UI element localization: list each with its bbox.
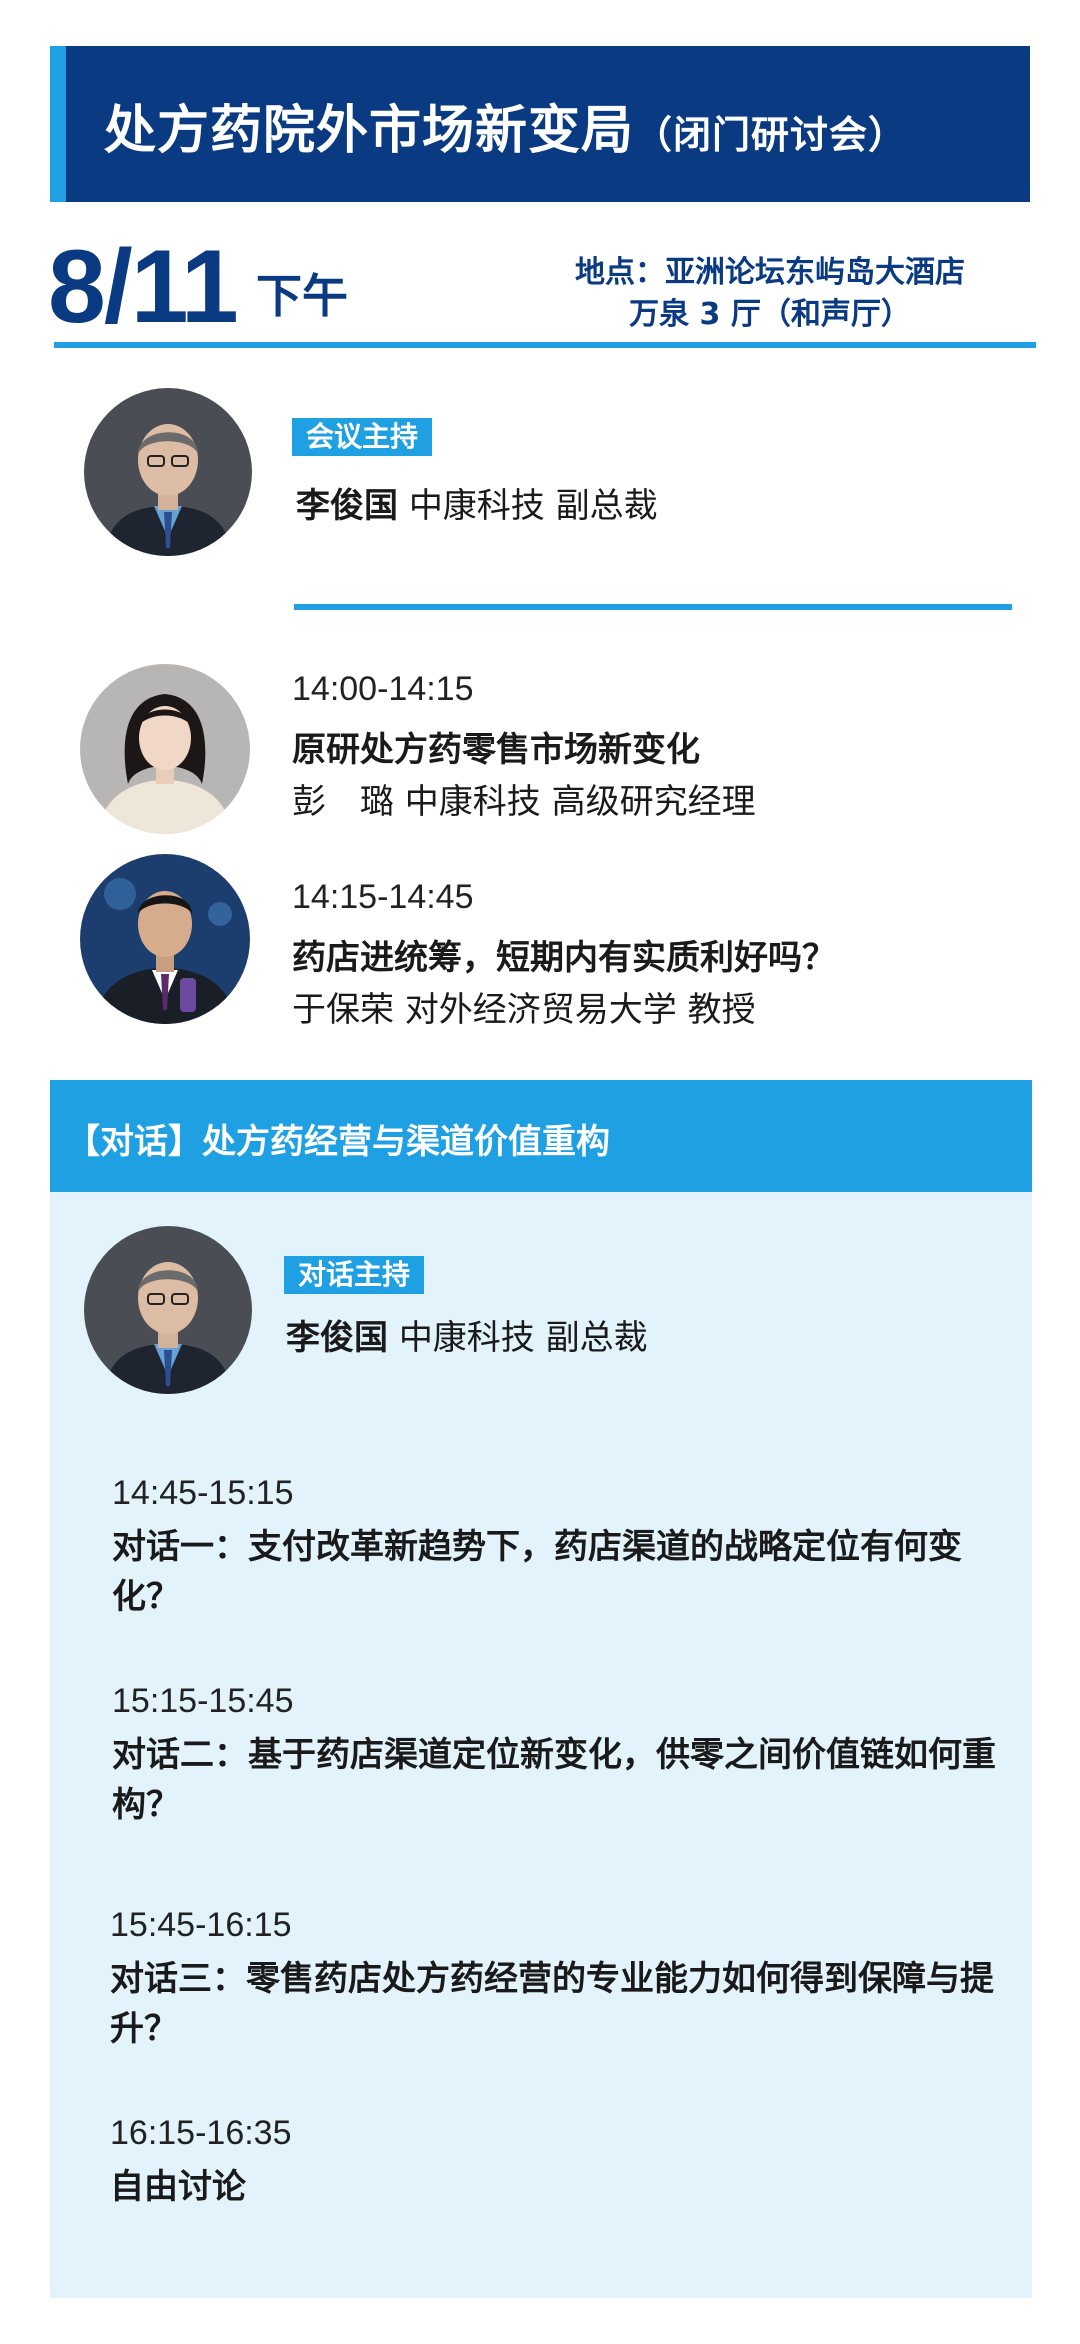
dialogue-host-org-title: 中康科技 副总裁 <box>398 1318 648 1358</box>
event-title: 处方药院外市场新变局（闭门研讨会） <box>104 88 907 163</box>
dialogue-title: 对话二：基于药店渠道定位新变化，供零之间价值链如何重构？ <box>112 1735 996 1825</box>
session-date: 8/11 <box>48 229 239 345</box>
header-accent-bar <box>50 46 66 202</box>
divider <box>294 604 1012 610</box>
dialogue-time: 15:15-15:45 <box>112 1682 294 1720</box>
divider <box>54 342 1036 348</box>
dialogue-heading: 【对话】处方药经营与渠道价值重构 <box>66 1122 610 1162</box>
host-tag: 会议主持 <box>292 418 433 456</box>
dialogue-title: 自由讨论 <box>110 2167 246 2207</box>
speaker-avatar <box>80 854 250 1024</box>
dialogue-host-avatar <box>84 1226 252 1394</box>
host-avatar <box>84 388 252 556</box>
venue-line-2: 万泉 3 厅（和声厅） <box>629 297 911 332</box>
talk-time: 14:00-14:15 <box>292 670 474 708</box>
venue-line-1: 地点：亚洲论坛东屿岛大酒店 <box>575 255 965 290</box>
dialogue-host-line: 李俊国 中康科技 副总裁 <box>286 1310 648 1359</box>
event-title-sub: （闭门研讨会） <box>634 113 908 157</box>
dialogue-time: 16:15-16:35 <box>110 2114 292 2152</box>
venue: 地点：亚洲论坛东屿岛大酒店 万泉 3 厅（和声厅） <box>560 252 980 336</box>
dialogue-host-tag: 对话主持 <box>284 1256 425 1294</box>
dialogue-title: 对话三：零售药店处方药经营的专业能力如何得到保障与提升？ <box>110 1959 994 2049</box>
host-org-title: 中康科技 副总裁 <box>408 486 658 526</box>
talk-speaker: 彭 璐 中康科技 高级研究经理 <box>292 782 756 822</box>
talk-title: 药店进统筹，短期内有实质利好吗？ <box>292 938 836 978</box>
talk-title: 原研处方药零售市场新变化 <box>292 730 700 770</box>
talk-time: 14:15-14:45 <box>292 878 474 916</box>
dialogue-time: 15:45-16:15 <box>110 1906 292 1944</box>
host-name-line: 李俊国 中康科技 副总裁 <box>296 478 658 527</box>
host-name: 李俊国 <box>296 486 398 526</box>
dialogue-time: 14:45-15:15 <box>112 1474 294 1512</box>
dialogue-host-name: 李俊国 <box>286 1318 388 1358</box>
speaker-avatar <box>80 664 250 834</box>
dialogue-title: 对话一：支付改革新趋势下，药店渠道的战略定位有何变化？ <box>112 1527 962 1617</box>
event-title-main: 处方药院外市场新变局 <box>104 101 635 161</box>
talk-speaker: 于保荣 对外经济贸易大学 教授 <box>292 990 756 1030</box>
session-period: 下午 <box>256 269 348 323</box>
